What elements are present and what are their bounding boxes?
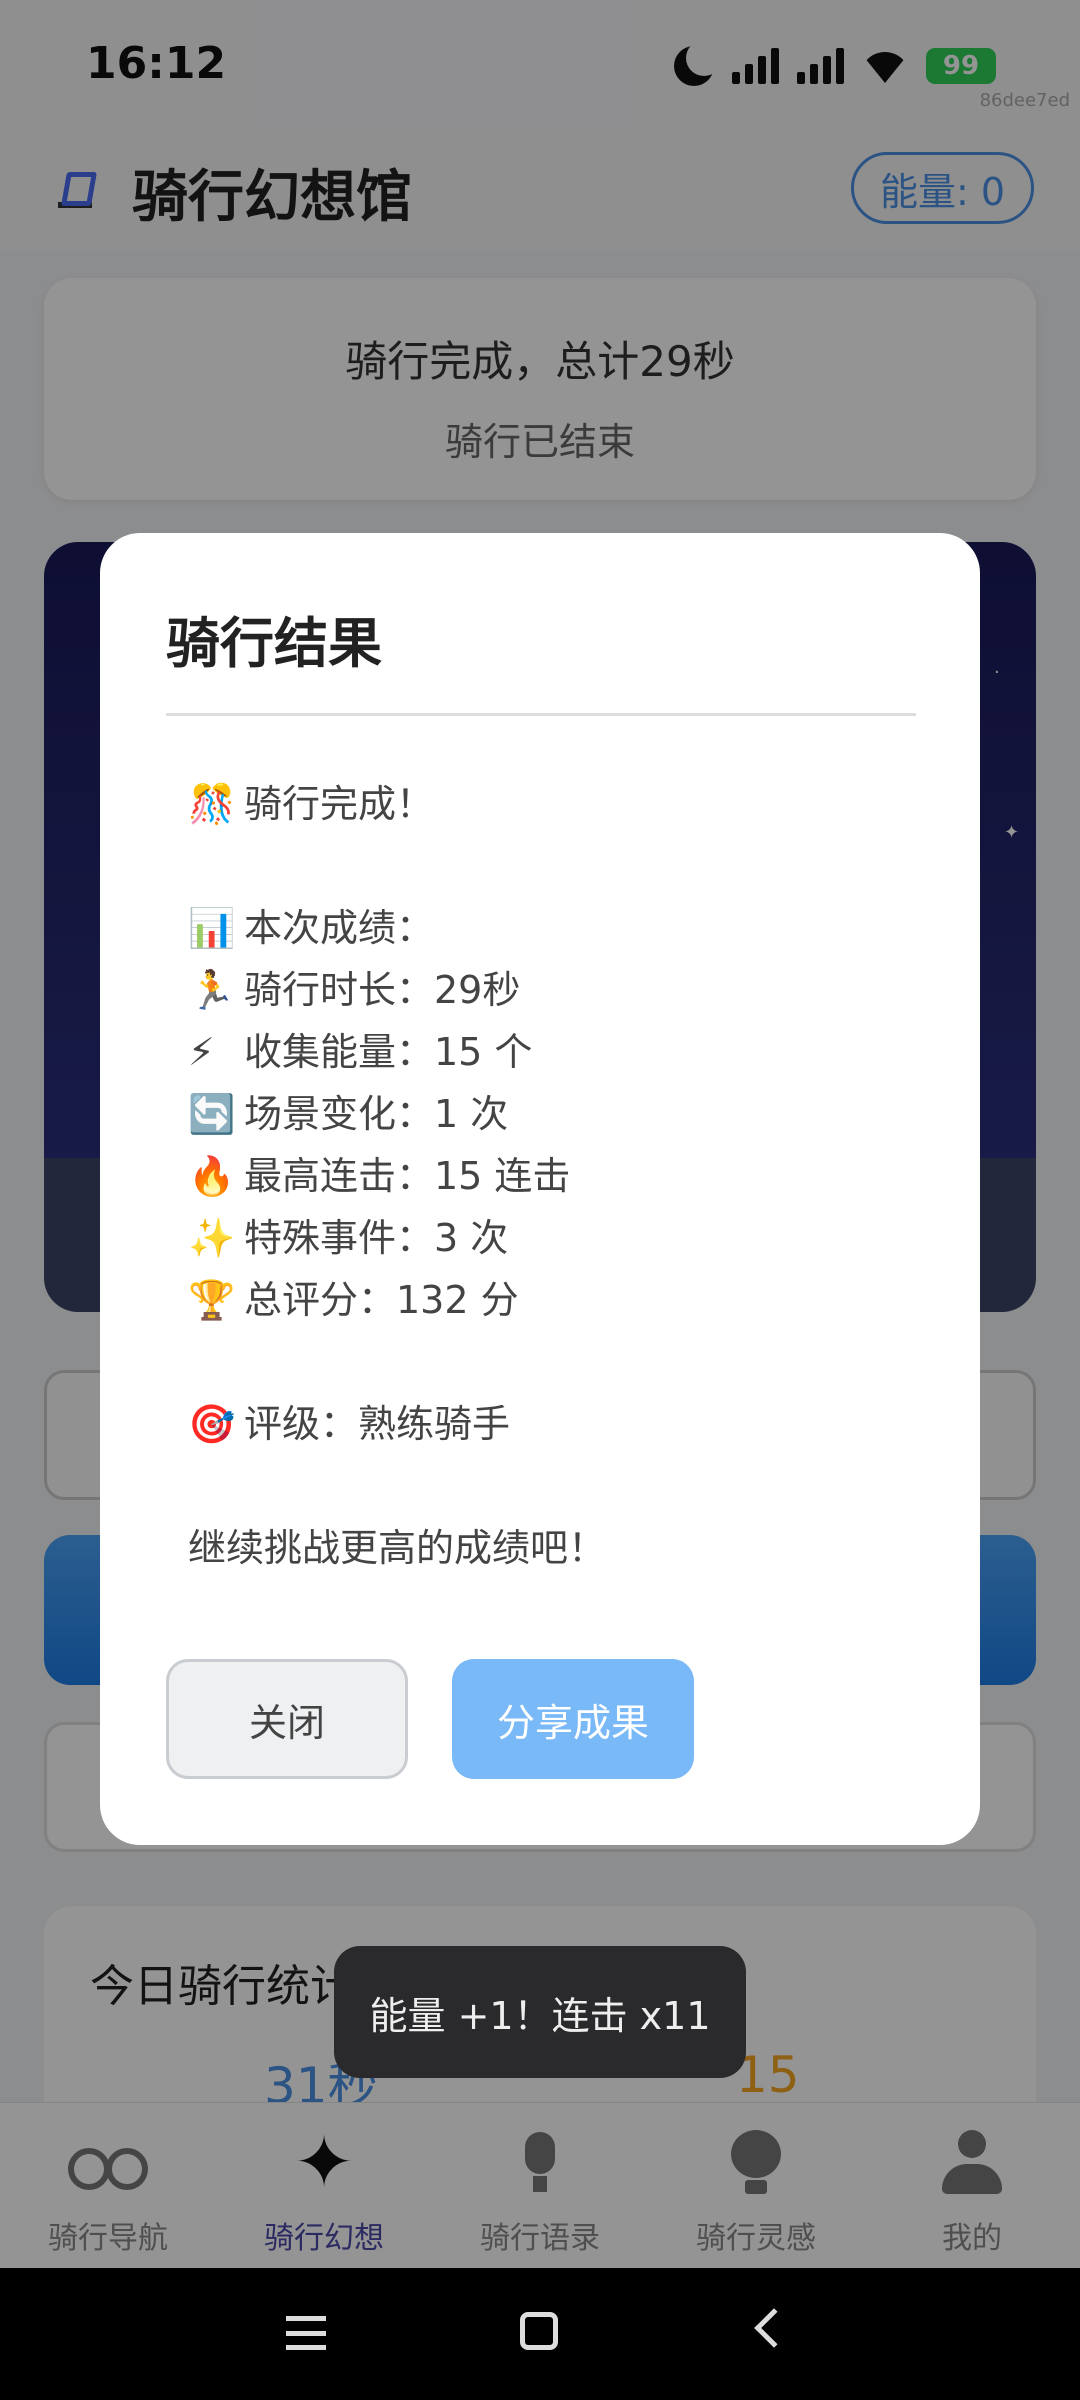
result-footer: 继续挑战更高的成绩吧！	[188, 1526, 607, 1570]
result-text: 骑行时长：29秒	[244, 968, 521, 1012]
toast-message: 能量 +1！连击 x11	[334, 1946, 746, 2078]
result-text: 总评分：132 分	[244, 1278, 519, 1322]
result-text: 特殊事件：3 次	[244, 1216, 509, 1260]
result-line: 🏃 骑行时长：29秒	[188, 959, 908, 1021]
result-line: 🔥 最高连击：15 连击	[188, 1145, 908, 1207]
result-line: 🏆 总评分：132 分	[188, 1269, 908, 1331]
share-button[interactable]: 分享成果	[452, 1659, 694, 1779]
result-text: 最高连击：15 连击	[244, 1154, 571, 1198]
system-nav-bar	[0, 2268, 1080, 2400]
menu-icon[interactable]	[286, 2316, 326, 2350]
result-line: ⚡ 收集能量：15 个	[188, 1021, 908, 1083]
result-content: 🎊 骑行完成！ 📊 本次成绩： 🏃 骑行时长：29秒 ⚡ 收集能量：15 个 🔄 场景变化…	[188, 773, 908, 1579]
result-line: 🎯 评级：熟练骑手	[188, 1393, 908, 1455]
refresh-icon: 🔄	[188, 1092, 236, 1136]
target-icon: 🎯	[188, 1402, 236, 1446]
result-text: 骑行完成！	[244, 782, 435, 826]
dialog-title: 骑行结果	[166, 612, 382, 675]
chart-icon: 📊	[188, 906, 236, 950]
confetti-icon: 🎊	[188, 782, 236, 826]
lightning-icon: ⚡	[188, 1030, 215, 1074]
fire-icon: 🔥	[188, 1154, 236, 1198]
close-button[interactable]: 关闭	[166, 1659, 408, 1779]
result-text: 评级：熟练骑手	[244, 1402, 511, 1446]
result-line: 🎊 骑行完成！	[188, 773, 908, 835]
runner-icon: 🏃	[188, 968, 236, 1012]
divider	[166, 713, 916, 716]
result-text: 收集能量：15 个	[244, 1030, 533, 1074]
sparkles-icon: ✨	[188, 1216, 236, 1260]
result-line: 📊 本次成绩：	[188, 897, 908, 959]
back-icon[interactable]	[754, 2308, 794, 2348]
home-icon[interactable]	[520, 2312, 558, 2350]
ride-result-dialog: 骑行结果 🎊 骑行完成！ 📊 本次成绩： 🏃 骑行时长：29秒 ⚡ 收集能量：15 个 …	[100, 533, 980, 1845]
trophy-icon: 🏆	[188, 1278, 236, 1322]
result-text: 本次成绩：	[244, 906, 435, 950]
result-line: ✨ 特殊事件：3 次	[188, 1207, 908, 1269]
result-line: 🔄 场景变化：1 次	[188, 1083, 908, 1145]
result-text: 场景变化：1 次	[244, 1092, 509, 1136]
